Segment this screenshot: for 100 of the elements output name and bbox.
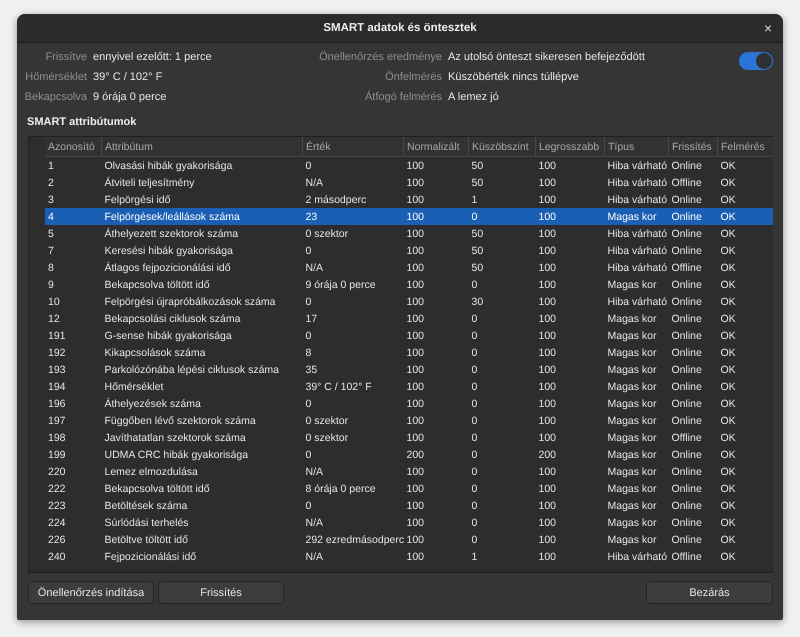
table-cell: OK bbox=[718, 242, 773, 259]
table-cell-text: Hőmérséklet bbox=[104, 380, 164, 394]
table-cell-text: 191 bbox=[47, 328, 67, 344]
table-cell-text: Offline bbox=[670, 176, 703, 190]
table-cell-text: Keresési hibák gyakorisága bbox=[104, 244, 234, 258]
table-cell-text: Online bbox=[670, 328, 703, 344]
table-row[interactable]: 3 Felpörgési idő 2 másodperc 100 1 100 Hiba várható Online OK bbox=[45, 191, 773, 208]
column-header[interactable]: Attribútum bbox=[102, 137, 302, 156]
table-row[interactable]: 191 G-sense hibák gyakorisága 0 100 0 100 Magas kor Online OK bbox=[45, 327, 773, 344]
table-cell-text: Online bbox=[670, 448, 703, 462]
table-cell-text: Betöltések száma bbox=[104, 498, 188, 514]
table-row[interactable]: 226 Betöltve töltött idő 292 ezredmásodperc 100 0 100 Magas kor Online OK bbox=[45, 531, 773, 548]
table-cell-text: 12 bbox=[47, 312, 61, 326]
table-cell-text: Magas kor bbox=[606, 362, 658, 378]
table-cell-text: 100 bbox=[538, 176, 558, 190]
table-row[interactable]: 192 Kikapcsolások száma 8 100 0 100 Magas kor Online OK bbox=[45, 344, 773, 361]
table-cell-text: 222 bbox=[47, 482, 67, 496]
field-value: 39° C / 102° F bbox=[93, 70, 164, 85]
column-header[interactable]: Típus bbox=[604, 137, 668, 156]
toggle-switch[interactable] bbox=[739, 52, 773, 70]
table-cell-text: 0 bbox=[470, 532, 478, 548]
table-cell-text: 0 szektor bbox=[304, 430, 350, 446]
table-row[interactable]: 10 Felpörgési újrapróbálkozások száma 0 100 30 100 Hiba várható Online OK bbox=[45, 293, 773, 310]
table-cell-text: Áthelyezések száma bbox=[104, 396, 202, 412]
table-cell-text: Offline bbox=[670, 550, 703, 564]
table-row[interactable]: 9 Bekapcsolva töltött idő 9 órája 0 perce 100 0 100 Magas kor Online OK bbox=[45, 276, 773, 293]
table-row[interactable]: 240 Fejpozicionálási idő N/A 100 1 100 Hiba várható Offline OK bbox=[45, 548, 773, 565]
table-cell-text: Magas kor bbox=[606, 464, 658, 480]
table-cell-text: N/A bbox=[304, 550, 324, 564]
table-cell-text: 0 bbox=[304, 244, 312, 258]
table-cell-text: 1 bbox=[470, 550, 478, 564]
table-cell: OK bbox=[718, 361, 773, 378]
table-cell-text: 0 bbox=[470, 278, 478, 292]
table-cell-text: 100 bbox=[406, 328, 426, 344]
column-header[interactable]: Frissítés bbox=[668, 137, 718, 156]
table-cell-text: 224 bbox=[47, 516, 67, 530]
table-row[interactable]: 198 Javíthatatlan szektorok száma 0 szektor 100 0 100 Magas kor Offline OK bbox=[45, 429, 773, 446]
field-value: A lemez jó bbox=[448, 90, 500, 105]
table-cell-text: 197 bbox=[47, 414, 67, 428]
table-cell-text: 17 bbox=[304, 312, 318, 326]
column-header[interactable]: Küszöbszint bbox=[468, 137, 536, 156]
table-row[interactable]: 223 Betöltések száma 0 100 0 100 Magas kor Online OK bbox=[45, 497, 773, 514]
field-value: Küszöbérték nincs túllépve bbox=[448, 70, 580, 85]
table-row[interactable]: 196 Áthelyezések száma 0 100 0 100 Magas kor Online OK bbox=[45, 395, 773, 412]
dialog-button[interactable]: Frissítés bbox=[158, 581, 284, 604]
table-row[interactable]: 8 Átlagos fejpozicionálási idő N/A 100 50 100 Hiba várható Offline OK bbox=[45, 259, 773, 276]
table-cell-text: 100 bbox=[538, 396, 558, 412]
table-cell-text: 8 órája 0 perce bbox=[304, 482, 377, 496]
table-cell-text: 0 bbox=[470, 464, 478, 480]
table-row[interactable]: 7 Keresési hibák gyakorisága 0 100 50 100 Hiba várható Online OK bbox=[45, 242, 773, 259]
table-row[interactable]: 197 Függőben lévő szektorok száma 0 szektor 100 0 100 Magas kor Online OK bbox=[45, 412, 773, 429]
column-header[interactable]: Felmérés bbox=[718, 137, 773, 156]
table-cell: OK bbox=[718, 514, 773, 531]
table-cell: 23 bbox=[302, 208, 404, 225]
table-cell-text: Online bbox=[670, 362, 703, 378]
table-cell-text: 0 bbox=[470, 448, 478, 462]
table-cell: Hiba várható bbox=[604, 225, 668, 242]
table-cell-text: Hiba várható bbox=[606, 176, 668, 190]
table-row[interactable]: 220 Lemez elmozdulása N/A 100 0 100 Magas kor Online OK bbox=[45, 463, 773, 480]
table-row[interactable]: 2 Átviteli teljesítmény N/A 100 50 100 Hiba várható Offline OK bbox=[45, 174, 773, 191]
table-row[interactable]: 199 UDMA CRC hibák gyakorisága 0 200 0 200 Magas kor Online OK bbox=[45, 446, 773, 463]
table-cell-text: 100 bbox=[538, 278, 558, 292]
table-cell-text: 100 bbox=[538, 414, 558, 428]
table-row[interactable]: 224 Súrlódási terhelés N/A 100 0 100 Magas kor Online OK bbox=[45, 514, 773, 531]
table-row[interactable]: 194 Hőmérséklet 39° C / 102° F 100 0 100 Magas kor Online OK bbox=[45, 378, 773, 395]
table-cell-text: 100 bbox=[406, 414, 426, 428]
field-label: Önfelmérés bbox=[384, 70, 442, 85]
table-cell: 100 bbox=[536, 156, 604, 174]
table-row[interactable]: 12 Bekapcsolási ciklusok száma 17 100 0 100 Magas kor Online OK bbox=[45, 310, 773, 327]
table-cell-text: Online bbox=[670, 498, 703, 514]
table-cell: OK bbox=[718, 191, 773, 208]
column-header[interactable]: Normalizált bbox=[404, 137, 468, 156]
table-cell-text: 100 bbox=[538, 380, 558, 394]
column-header[interactable]: Legrosszabb bbox=[536, 137, 604, 156]
table-cell: OK bbox=[718, 208, 773, 225]
field-label: Önellenőrzés eredménye bbox=[318, 50, 442, 65]
table-cell-text: Felpörgési újrapróbálkozások száma bbox=[104, 294, 276, 310]
table-cell-text: Offline bbox=[670, 430, 703, 446]
field-value: Az utolsó önteszt sikeresen befejeződött bbox=[448, 50, 646, 65]
table-cell: Hiba várható bbox=[604, 156, 668, 174]
table-row[interactable]: 222 Bekapcsolva töltött idő 8 órája 0 perce 100 0 100 Magas kor Online OK bbox=[45, 480, 773, 497]
table-row[interactable]: 1 Olvasási hibák gyakorisága 0 100 50 100 Hiba várható Online OK bbox=[45, 156, 773, 174]
table-row[interactable]: 193 Parkolózónába lépési ciklusok száma 35 100 0 100 Magas kor Online OK bbox=[45, 361, 773, 378]
column-header[interactable]: Érték bbox=[302, 137, 404, 156]
table-row[interactable]: 5 Áthelyezett szektorok száma 0 szektor 100 50 100 Hiba várható Online OK bbox=[45, 225, 773, 242]
table-cell-text: Lemez elmozdulása bbox=[104, 464, 199, 480]
table-cell-text: 50 bbox=[470, 260, 484, 276]
table-cell: OK bbox=[718, 463, 773, 480]
table-cell-text: Hiba várható bbox=[606, 294, 668, 310]
table-cell-text: 0 szektor bbox=[304, 414, 350, 428]
close-button[interactable]: × bbox=[760, 20, 775, 36]
column-header[interactable]: Azonosító bbox=[45, 137, 102, 156]
dialog-button[interactable]: Önellenőrzés indítása bbox=[28, 581, 154, 604]
table-cell-text: 0 bbox=[304, 448, 312, 462]
table-cell-text: Magas kor bbox=[606, 482, 658, 496]
table-cell: OK bbox=[718, 497, 773, 514]
table-cell-text: 0 bbox=[304, 396, 312, 412]
dialog-button[interactable]: Bezárás bbox=[646, 581, 773, 604]
table-row[interactable]: 4 Felpörgések/leállások száma 23 100 0 100 Magas kor Online OK bbox=[45, 208, 773, 225]
table-cell-text: Magas kor bbox=[606, 346, 658, 360]
